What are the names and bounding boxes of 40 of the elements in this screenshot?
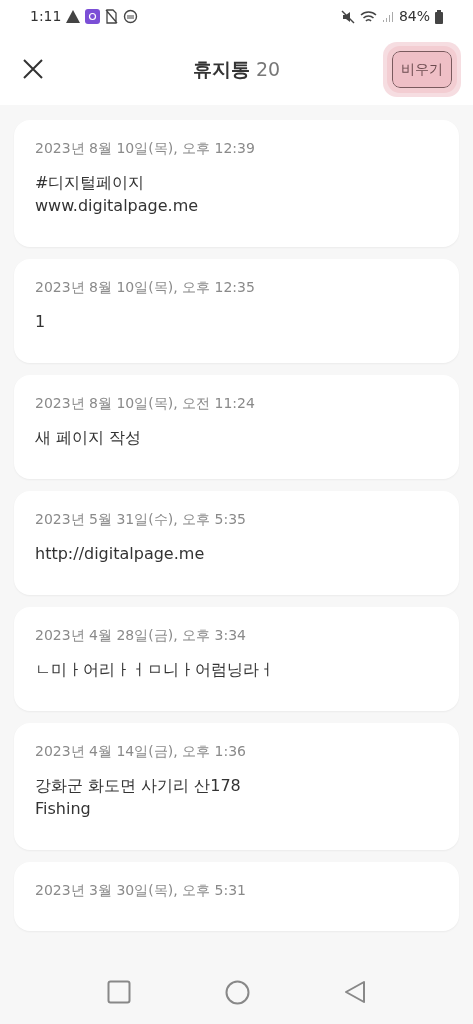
note-card[interactable]: 2023년 5월 31일(수), 오후 5:35 http://digitalpage.me	[14, 491, 459, 595]
square-icon	[107, 980, 131, 1004]
battery-icon	[435, 9, 443, 24]
note-date: 2023년 3월 30일(목), 오후 5:31	[35, 881, 247, 900]
note-date: 2023년 5월 31일(수), 오후 5:35	[35, 510, 247, 529]
battery-percent: 84%	[398, 7, 430, 26]
note-text: Fishing	[35, 798, 92, 820]
note-text: ㄴ미ㅏ어리ㅏㅓㅁ니ㅏ어럼닝라ㅓ	[35, 659, 276, 681]
close-icon	[23, 59, 43, 79]
note-card[interactable]: 2023년 3월 30일(목), 오후 5:31	[14, 862, 459, 931]
mute-icon	[340, 9, 355, 24]
note-text: 새 페이지 작성	[35, 427, 143, 449]
home-button[interactable]	[225, 979, 250, 1005]
wifi-icon	[359, 9, 377, 24]
note-text: http://digitalpage.me	[35, 543, 206, 565]
note-text: 1	[35, 311, 47, 333]
sync-icon	[123, 9, 139, 24]
no-sim-icon	[105, 9, 119, 24]
note-card[interactable]: 2023년 8월 10일(목), 오후 12:35 1	[14, 259, 459, 363]
note-date: 2023년 8월 10일(목), 오후 12:39	[35, 139, 256, 158]
status-time: 1:11	[30, 7, 62, 26]
circle-icon	[225, 979, 250, 1005]
note-date: 2023년 8월 10일(목), 오전 11:24	[35, 394, 256, 413]
note-text: 강화군 화도면 사기리 산178	[35, 775, 242, 797]
back-icon	[344, 980, 366, 1004]
note-card[interactable]: 2023년 4월 14일(금), 오후 1:36 강화군 화도면 사기리 산178 Fishing	[14, 723, 459, 850]
note-date: 2023년 4월 14일(금), 오후 1:36	[35, 742, 247, 761]
note-text: #디지털페이지	[35, 172, 146, 194]
signal-icon	[381, 10, 394, 23]
app-notification-icon	[85, 9, 101, 24]
note-date: 2023년 4월 28일(금), 오후 3:34	[35, 626, 247, 645]
note-card[interactable]: 2023년 8월 10일(목), 오후 12:39 #디지털페이지 www.digitalpage.me	[14, 120, 459, 247]
note-card[interactable]: 2023년 4월 28일(금), 오후 3:34 ㄴ미ㅏ어리ㅏㅓㅁ니ㅏ어럼닝라ㅓ	[14, 607, 459, 711]
warning-icon	[66, 10, 81, 23]
note-card[interactable]: 2023년 8월 10일(목), 오전 11:24 새 페이지 작성	[14, 375, 459, 479]
back-button[interactable]	[344, 980, 366, 1004]
recent-apps-button[interactable]	[107, 980, 131, 1004]
note-text: www.digitalpage.me	[35, 195, 200, 217]
note-date: 2023년 8월 10일(목), 오후 12:35	[35, 278, 256, 297]
page-title: 휴지통 20	[192, 56, 281, 82]
